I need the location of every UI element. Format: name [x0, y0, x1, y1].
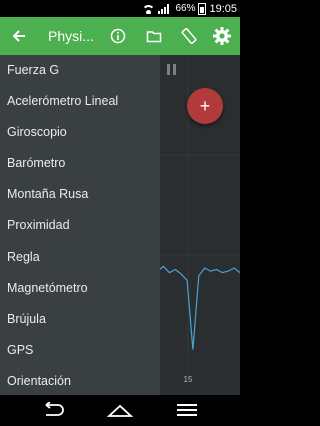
back-arrow-icon[interactable] [8, 25, 30, 47]
menu-nav-icon[interactable] [172, 399, 202, 421]
drawer-item-regla[interactable]: Regla [0, 242, 160, 273]
drawer-item-brujula[interactable]: Brújula [0, 304, 160, 335]
clock: 19:05 [209, 2, 237, 15]
folder-icon[interactable] [143, 25, 165, 47]
settings-gear-icon[interactable] [211, 25, 233, 47]
home-nav-icon[interactable] [105, 399, 135, 421]
chart-series-line [139, 265, 240, 350]
main-content: 15 + Fuerza G Acelerómetro Lineal Girosc… [0, 55, 240, 395]
app-bar: Physi... [0, 17, 240, 55]
battery-icon [198, 2, 207, 15]
app-title: Physi... [48, 28, 94, 44]
screen-rotation-icon[interactable] [178, 25, 200, 47]
x-tick-label: 15 [184, 375, 193, 384]
navigation-drawer: Fuerza G Acelerómetro Lineal Giroscopio … [0, 55, 160, 395]
drawer-item-giroscopio[interactable]: Giroscopio [0, 117, 160, 148]
signal-icon [158, 3, 172, 14]
drawer-item-montana-rusa[interactable]: Montaña Rusa [0, 179, 160, 210]
drawer-item-acelerometro-lineal[interactable]: Acelerómetro Lineal [0, 86, 160, 117]
plus-icon: + [199, 95, 211, 116]
wifi-icon [142, 4, 156, 14]
drawer-item-orientacion[interactable]: Orientación [0, 366, 160, 395]
status-bar: 66% 19:05 [0, 0, 240, 17]
drawer-item-gps[interactable]: GPS [0, 335, 160, 366]
info-icon[interactable] [107, 25, 129, 47]
drawer-item-barometro[interactable]: Barómetro [0, 148, 160, 179]
drawer-item-fuerza-g[interactable]: Fuerza G [0, 55, 160, 86]
add-button[interactable]: + [187, 88, 223, 124]
drawer-item-proximidad[interactable]: Proximidad [0, 210, 160, 241]
pause-icon[interactable] [167, 64, 176, 75]
back-nav-icon[interactable] [38, 399, 68, 421]
system-nav-bar [0, 395, 240, 426]
drawer-item-magnetometro[interactable]: Magnetómetro [0, 273, 160, 304]
battery-percent: 66% [175, 3, 196, 14]
